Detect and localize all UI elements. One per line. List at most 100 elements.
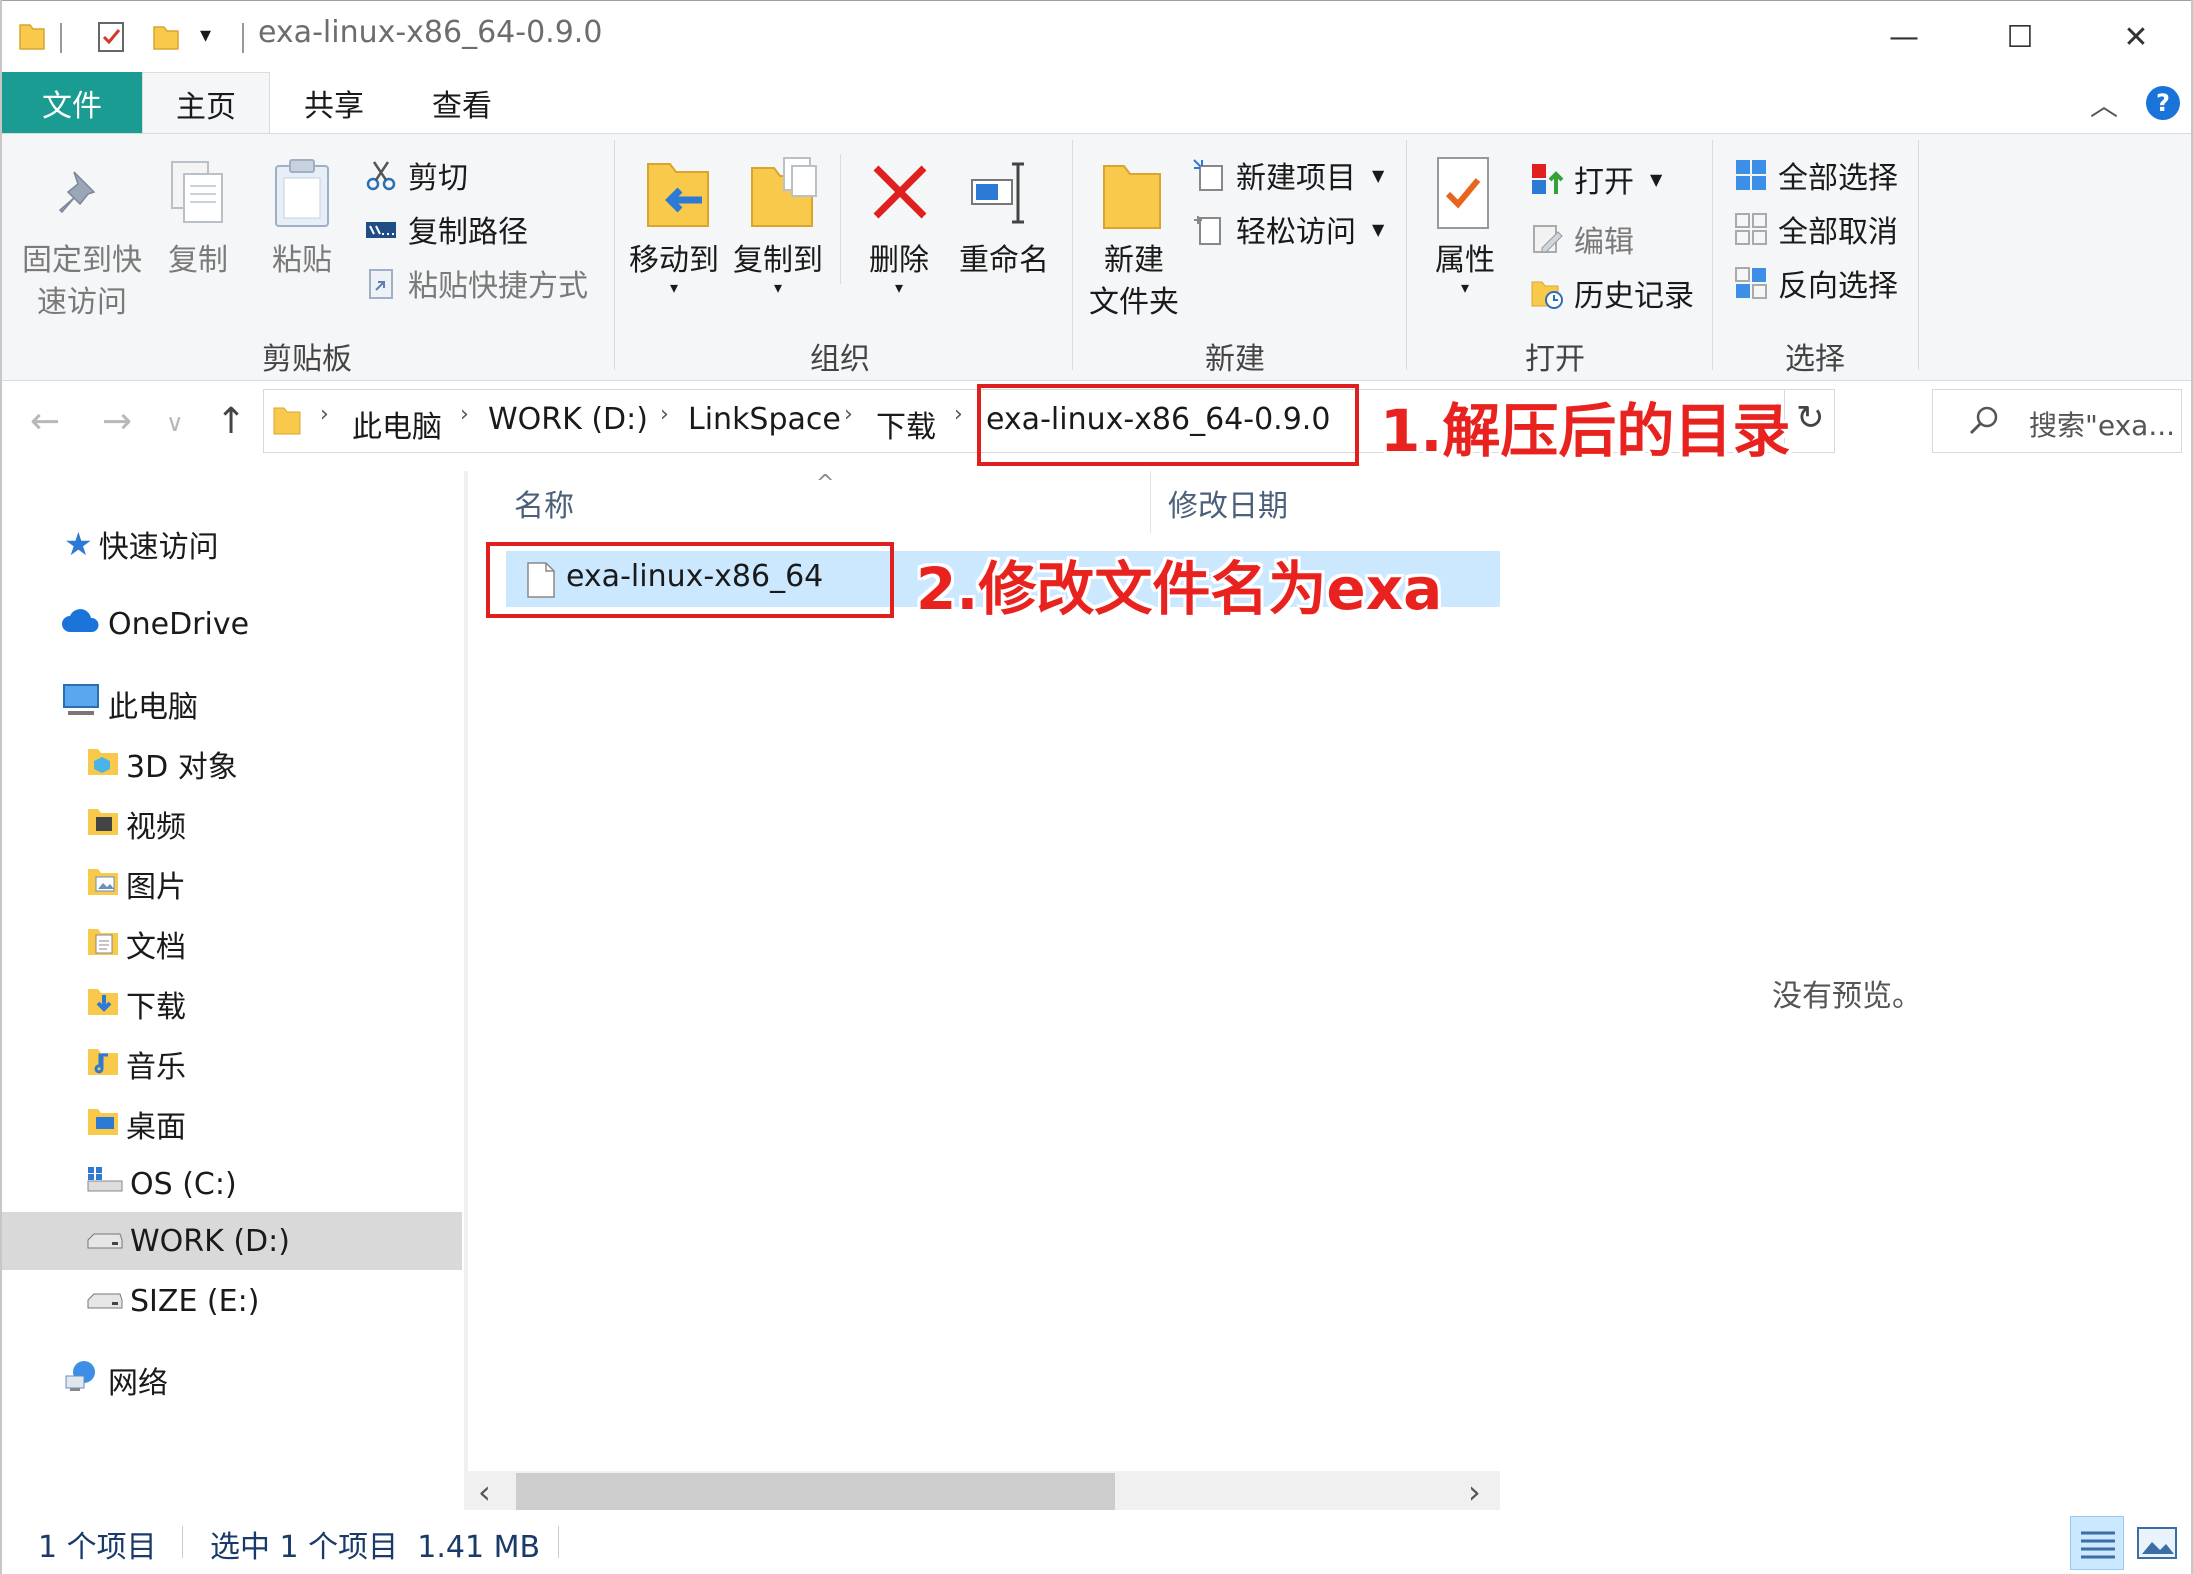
- open-icon: [1530, 162, 1564, 196]
- breadcrumb-separator[interactable]: ›: [460, 402, 469, 427]
- tab-home[interactable]: 主页: [142, 72, 270, 134]
- nav-downloads[interactable]: 下载: [86, 975, 464, 1033]
- invert-selection-button[interactable]: 反向选择: [1734, 258, 1898, 308]
- nav-desktop-label: 桌面: [126, 1110, 186, 1145]
- paste-button[interactable]: 粘贴: [264, 240, 340, 282]
- dropdown-arrow-icon: ▼: [1650, 169, 1663, 189]
- cut-button[interactable]: 剪切: [364, 150, 468, 200]
- breadcrumb-separator[interactable]: ›: [844, 402, 853, 427]
- rename-button[interactable]: 重命名: [952, 240, 1056, 282]
- minimize-button[interactable]: —: [1846, 1, 1962, 73]
- nav-onedrive-label: OneDrive: [108, 606, 250, 642]
- properties-button[interactable]: 属性 ▾: [1418, 240, 1512, 297]
- column-header-name[interactable]: 名称: [514, 481, 574, 525]
- select-none-button[interactable]: 全部取消: [1734, 204, 1898, 254]
- details-view-button[interactable]: [2070, 1516, 2124, 1570]
- nav-documents[interactable]: 文档: [86, 915, 464, 973]
- copy-path-button[interactable]: 复制路径: [364, 204, 528, 254]
- search-icon: [1967, 404, 2001, 442]
- column-header-date[interactable]: 修改日期: [1168, 481, 1288, 525]
- pin-quick-access-button[interactable]: 固定到快 速访问: [14, 240, 150, 324]
- maximize-button[interactable]: ☐: [1962, 1, 2078, 73]
- history-icon: [1530, 276, 1564, 310]
- item-count: 1 个项目: [38, 1530, 157, 1565]
- nav-drive-c[interactable]: OS (C:): [86, 1155, 464, 1213]
- nav-pictures[interactable]: 图片: [86, 855, 464, 913]
- tab-share[interactable]: 共享: [270, 72, 398, 134]
- move-to-button[interactable]: 移动到 ▾: [624, 240, 724, 296]
- new-item-button[interactable]: 新建项目 ▼: [1192, 150, 1384, 200]
- history-button[interactable]: 历史记录: [1530, 268, 1694, 318]
- easy-access-icon: [1192, 212, 1226, 246]
- new-folder-button[interactable]: 新建 文件夹: [1080, 240, 1188, 324]
- large-icons-view-button[interactable]: [2130, 1516, 2184, 1570]
- dropdown-arrow-icon: ▼: [1372, 219, 1385, 239]
- navigation-pane: ★ 快速访问 OneDrive 此电脑 3D 对象 视频 图片 文档 下载 音乐…: [0, 471, 466, 1491]
- breadcrumb-separator[interactable]: ›: [954, 402, 963, 427]
- qat-customize-icon[interactable]: ▾: [200, 23, 211, 48]
- new-folder-icon[interactable]: [148, 19, 184, 55]
- delete-button[interactable]: 删除 ▾: [856, 240, 942, 296]
- close-button[interactable]: ✕: [2078, 1, 2193, 73]
- copy-to-icon: [744, 154, 820, 238]
- collapse-ribbon-icon[interactable]: ︿: [2090, 84, 2118, 124]
- dropdown-arrow-icon: ▾: [1460, 278, 1470, 297]
- nav-pictures-label: 图片: [126, 870, 186, 905]
- copy-to-button[interactable]: 复制到 ▾: [728, 240, 828, 296]
- paste-shortcut-button[interactable]: 粘贴快捷方式: [364, 258, 588, 308]
- tab-view[interactable]: 查看: [398, 72, 526, 134]
- cube-icon: [86, 743, 120, 785]
- back-button[interactable]: ←: [30, 401, 60, 442]
- nav-network[interactable]: 网络: [62, 1351, 462, 1409]
- select-all-icon: [1734, 158, 1768, 192]
- music-folder-icon: [86, 1043, 120, 1085]
- nav-videos[interactable]: 视频: [86, 795, 464, 853]
- forward-button[interactable]: →: [102, 401, 132, 442]
- scroll-thumb[interactable]: [516, 1473, 1115, 1511]
- refresh-button[interactable]: ↻: [1796, 398, 1825, 438]
- copy-button[interactable]: 复制: [160, 240, 236, 282]
- nav-onedrive[interactable]: OneDrive: [60, 595, 460, 653]
- nav-this-pc[interactable]: 此电脑: [60, 675, 460, 733]
- select-all-button[interactable]: 全部选择: [1734, 150, 1898, 200]
- search-box[interactable]: 搜索"exa...: [1932, 389, 2182, 453]
- scroll-right-button[interactable]: ›: [1468, 1473, 1481, 1511]
- easy-access-button[interactable]: 轻松访问 ▼: [1192, 204, 1384, 254]
- select-none-icon: [1734, 212, 1768, 246]
- up-button[interactable]: ↑: [216, 401, 246, 442]
- nav-quick-access[interactable]: ★ 快速访问: [64, 515, 464, 573]
- horizontal-scrollbar[interactable]: ‹ ›: [468, 1471, 1500, 1513]
- ribbon-tabs: 文件 主页 共享 查看 ︿ ?: [0, 72, 2193, 134]
- breadcrumb-linkspace[interactable]: LinkSpace: [688, 402, 841, 437]
- new-item-label: 新建项目: [1236, 161, 1356, 196]
- ribbon-separator: [1918, 140, 1919, 370]
- properties-check-icon[interactable]: [94, 19, 130, 55]
- breadcrumb-work-d[interactable]: WORK (D:): [488, 402, 648, 437]
- breadcrumb-this-pc[interactable]: 此电脑: [352, 402, 442, 446]
- ribbon-separator: [840, 154, 841, 284]
- breadcrumb-separator[interactable]: ›: [660, 402, 669, 427]
- title-bar: ▾ exa-linux-x86_64-0.9.0 — ☐ ✕: [0, 0, 2193, 72]
- open-button[interactable]: 打开 ▼: [1530, 154, 1662, 204]
- column-divider[interactable]: [1150, 471, 1151, 533]
- recent-locations-button[interactable]: ∨: [166, 409, 184, 437]
- copy-icon: [166, 156, 230, 232]
- breadcrumb-downloads[interactable]: 下载: [876, 402, 936, 446]
- delete-label: 删除: [869, 243, 929, 278]
- nav-this-pc-label: 此电脑: [108, 690, 198, 725]
- nav-drive-e[interactable]: SIZE (E:): [86, 1272, 464, 1330]
- nav-3d-objects[interactable]: 3D 对象: [86, 735, 464, 793]
- no-preview-text: 没有预览。: [1772, 979, 1922, 1014]
- nav-desktop[interactable]: 桌面: [86, 1095, 464, 1153]
- nav-drive-d[interactable]: WORK (D:): [0, 1212, 462, 1270]
- tab-file[interactable]: 文件: [2, 72, 142, 134]
- help-icon[interactable]: ?: [2146, 86, 2180, 120]
- dropdown-arrow-icon: ▼: [1372, 165, 1385, 185]
- qat-divider: [60, 23, 62, 53]
- nav-music[interactable]: 音乐: [86, 1035, 464, 1093]
- status-bar: 1 个项目 选中 1 个项目 1.41 MB: [0, 1510, 2193, 1574]
- scroll-left-button[interactable]: ‹: [478, 1473, 491, 1511]
- breadcrumb-separator[interactable]: ›: [320, 402, 329, 427]
- edit-button[interactable]: 编辑: [1530, 214, 1634, 264]
- nav-videos-label: 视频: [126, 810, 186, 845]
